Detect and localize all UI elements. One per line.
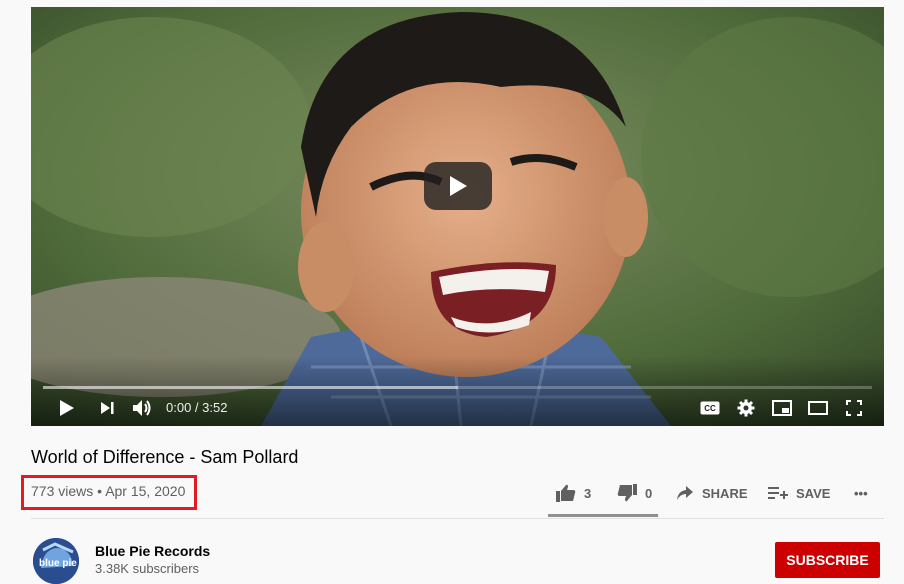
settings-button[interactable] — [734, 394, 758, 422]
dislike-count: 0 — [645, 485, 653, 501]
progress-bar[interactable] — [43, 386, 872, 389]
theater-mode-button[interactable] — [806, 394, 830, 422]
next-button[interactable] — [95, 394, 119, 422]
save-button[interactable]: SAVE — [768, 478, 830, 508]
more-actions-button[interactable]: ••• — [854, 478, 868, 508]
volume-icon — [133, 400, 151, 416]
highlight-box — [21, 475, 197, 510]
cc-icon: CC — [700, 401, 720, 415]
channel-avatar[interactable]: blue pie — [33, 538, 79, 584]
play-icon — [450, 176, 467, 196]
time-display: 0:00 / 3:52 — [166, 400, 228, 415]
avatar-logo-text: blue pie — [39, 558, 77, 569]
video-player[interactable]: 0:00 / 3:52 CC — [31, 7, 884, 426]
subscriber-count: 3.38K subscribers — [95, 561, 200, 576]
svg-text:CC: CC — [704, 404, 716, 413]
gear-icon — [737, 399, 755, 417]
share-icon — [677, 486, 693, 500]
play-button[interactable] — [55, 394, 79, 422]
miniplayer-button[interactable] — [770, 394, 794, 422]
captions-button[interactable]: CC — [698, 394, 722, 422]
fullscreen-button[interactable] — [842, 394, 866, 422]
share-button[interactable]: SHARE — [676, 478, 748, 508]
skip-next-icon — [101, 402, 114, 414]
play-icon — [60, 400, 74, 416]
theater-icon — [808, 401, 828, 415]
thumbs-up-icon — [556, 484, 576, 502]
dislike-button[interactable]: 0 — [617, 478, 652, 508]
save-label: SAVE — [796, 485, 831, 501]
volume-button[interactable] — [129, 394, 155, 422]
like-button[interactable]: 3 — [556, 478, 591, 508]
miniplayer-icon — [772, 400, 792, 416]
sentiment-bar — [548, 514, 658, 517]
buffer-bar — [43, 386, 458, 389]
divider — [31, 518, 884, 519]
subscribe-button[interactable]: SUBSCRIBE — [775, 542, 880, 578]
like-count: 3 — [584, 485, 592, 501]
channel-name[interactable]: Blue Pie Records — [95, 543, 210, 559]
share-label: SHARE — [702, 485, 748, 501]
video-title: World of Difference - Sam Pollard — [31, 447, 299, 467]
fullscreen-icon — [846, 400, 862, 416]
thumbs-down-icon — [617, 484, 637, 502]
playlist-add-icon — [768, 487, 788, 499]
big-play-button[interactable] — [424, 162, 492, 210]
more-icon: ••• — [854, 485, 868, 501]
